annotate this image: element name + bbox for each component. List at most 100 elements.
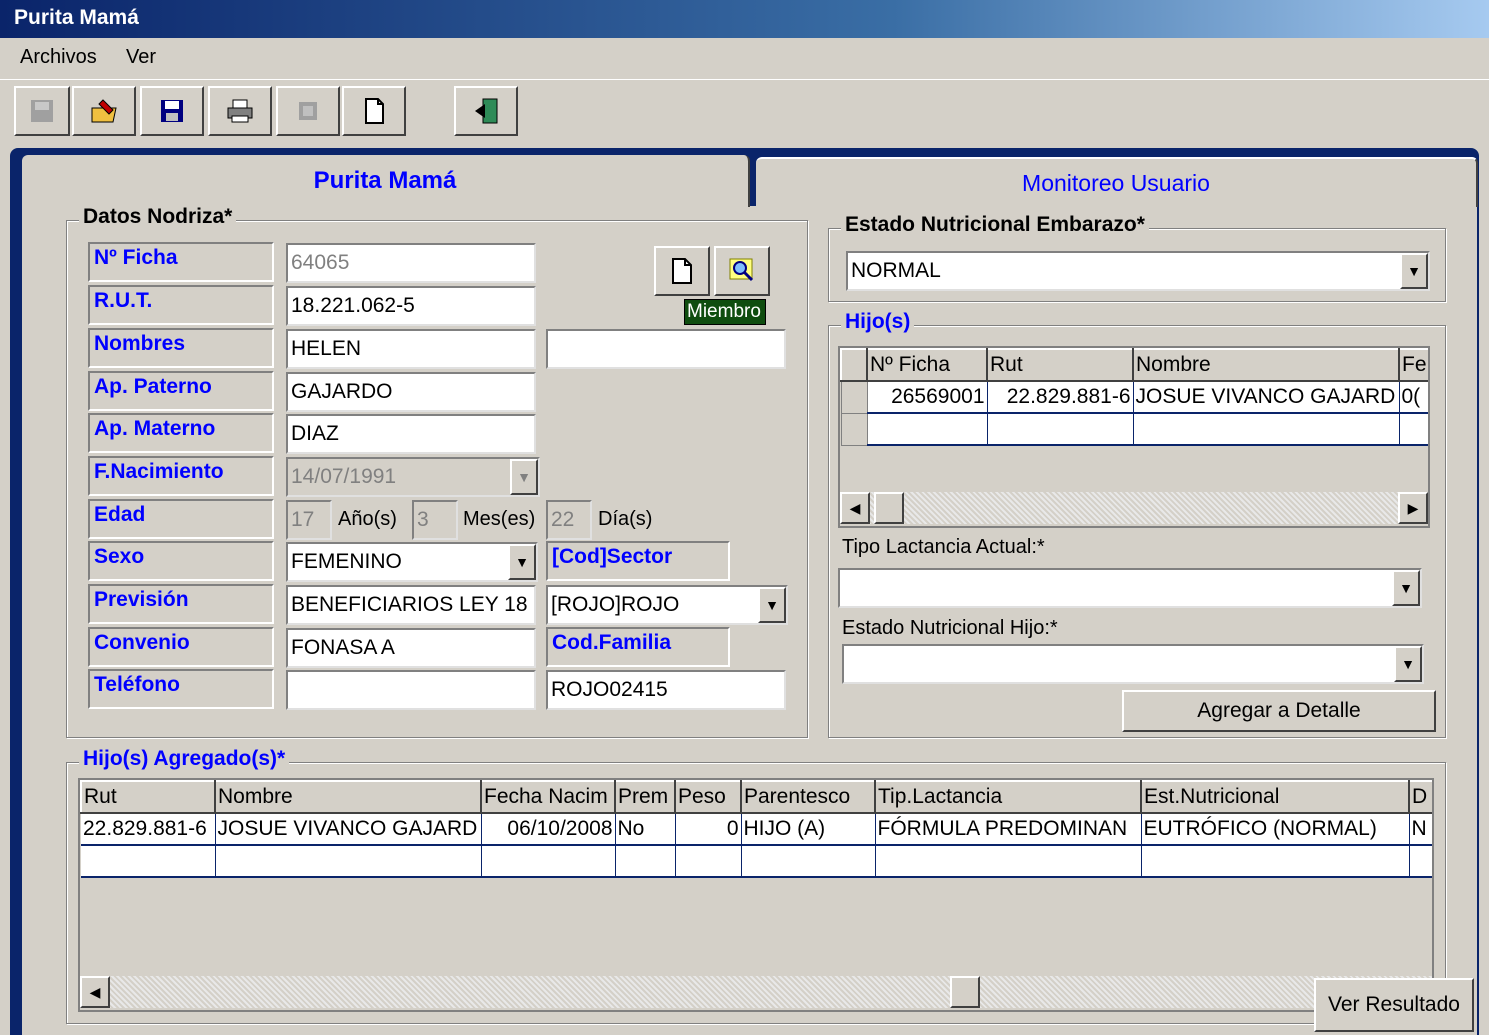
table-row[interactable]: 26569001 22.829.881-6 JOSUE VIVANCO GAJA… [840,380,1428,414]
hijos-col-fecha[interactable]: Fe [1398,348,1428,382]
sexo-value: FEMENINO [291,550,402,573]
chevron-down-icon[interactable]: ▼ [1392,570,1420,606]
tab-purita-mama[interactable]: Purita Mamá [22,155,750,207]
table-cell[interactable] [987,413,1134,446]
agregados-col-prem[interactable]: Prem [614,780,676,814]
chevron-down-icon[interactable]: ▼ [510,459,538,495]
row-selector[interactable] [840,380,868,414]
estado-embarazo-combo[interactable]: NORMAL ▼ [846,251,1430,291]
table-cell[interactable] [1409,845,1432,878]
table-row[interactable] [840,412,1428,446]
table-cell[interactable]: HIJO (A) [741,813,876,846]
ficha-field[interactable]: 64065 [286,243,536,283]
hijos-col-rut[interactable]: Rut [986,348,1134,382]
table-cell[interactable] [1141,845,1410,878]
agregados-col-nombre[interactable]: Nombre [214,780,482,814]
table-cell[interactable]: 0( [1399,381,1428,414]
table-cell[interactable] [675,845,742,878]
dias-label: Día(s) [598,508,653,530]
ver-resultado-button[interactable]: Ver Resultado [1314,978,1474,1032]
scroll-left-icon[interactable]: ◀ [80,976,110,1008]
table-cell[interactable] [81,845,216,878]
convenio-field[interactable]: FONASA A [286,628,536,668]
table-cell[interactable] [615,845,676,878]
paterno-field[interactable]: GAJARDO [286,372,536,412]
tab-monitoreo-usuario[interactable]: Monitoreo Usuario [756,157,1478,207]
table-cell[interactable]: FÓRMULA PREDOMINAN [875,813,1142,846]
table-cell[interactable]: JOSUE VIVANCO GAJARD [215,813,482,846]
chevron-down-icon[interactable]: ▼ [1400,253,1428,289]
rut-field[interactable]: 18.221.062-5 [286,286,536,326]
row-selector[interactable] [840,412,868,446]
familia-field[interactable]: ROJO02415 [546,670,786,710]
table-row[interactable] [81,845,1432,878]
table-cell[interactable] [875,845,1142,878]
table-cell[interactable]: 0 [675,813,742,846]
table-cell[interactable] [215,845,482,878]
agregados-col-d[interactable]: D [1408,780,1432,814]
chevron-down-icon[interactable]: ▼ [508,544,536,580]
agregados-col-parentesco[interactable]: Parentesco [740,780,876,814]
table-cell[interactable]: 26569001 [867,381,988,414]
telefono-field[interactable] [286,670,536,710]
nacimiento-combo[interactable]: 14/07/1991 ▼ [286,457,540,497]
hijos-grid[interactable]: Nº Ficha Rut Nombre Fe 26569001 22.829.8… [838,346,1430,528]
table-cell[interactable]: JOSUE VIVANCO GAJARD [1133,381,1400,414]
menu-archivos[interactable]: Archivos [20,46,97,69]
agregar-detalle-button[interactable]: Agregar a Detalle [1122,690,1436,732]
toolbar [0,80,1489,142]
table-cell[interactable] [481,845,616,878]
agregados-col-rut[interactable]: Rut [80,780,216,814]
print-icon [227,99,253,123]
scroll-left-icon[interactable]: ◀ [840,492,870,524]
menu-bar: Archivos Ver [0,38,1489,80]
new-document-button[interactable] [342,86,406,136]
agregados-col-peso[interactable]: Peso [674,780,742,814]
label-paterno: Ap. Paterno [88,371,274,411]
materno-field[interactable]: DIAZ [286,414,536,454]
save-button[interactable] [140,86,204,136]
table-cell[interactable] [867,413,988,446]
save-disabled-button[interactable] [14,86,70,136]
hijos-hscrollbar[interactable]: ◀ ▶ [840,492,1428,524]
agregados-hscrollbar[interactable]: ◀ [80,976,1432,1008]
chevron-down-icon[interactable]: ▼ [1394,646,1422,682]
table-cell[interactable]: N [1409,813,1432,846]
edit-folder-button[interactable] [72,86,136,136]
scroll-thumb[interactable] [874,492,904,524]
table-row[interactable]: 22.829.881-6 JOSUE VIVANCO GAJARD 06/10/… [81,813,1432,846]
table-cell[interactable]: 06/10/2008 [481,813,616,846]
datos-nodriza-title: Datos Nodriza* [79,205,237,229]
agregados-col-fecha[interactable]: Fecha Nacim [480,780,616,814]
delete-disabled-button[interactable] [276,86,340,136]
table-cell[interactable]: 22.829.881-6 [81,813,216,846]
agregados-col-nutricional[interactable]: Est.Nutricional [1140,780,1410,814]
search-member-button[interactable] [714,246,770,296]
scroll-right-icon[interactable]: ▶ [1398,492,1428,524]
agregados-grid[interactable]: Rut Nombre Fecha Nacim Prem Peso Parente… [78,778,1434,1012]
scroll-thumb[interactable] [950,976,980,1008]
table-cell[interactable] [1399,413,1428,446]
new-document-icon [672,258,692,284]
edad-dias-field: 22 [546,500,592,540]
new-member-button[interactable] [654,246,710,296]
hijos-col-nombre[interactable]: Nombre [1132,348,1400,382]
agregados-col-lactancia[interactable]: Tip.Lactancia [874,780,1142,814]
table-cell[interactable] [741,845,876,878]
print-button[interactable] [208,86,272,136]
tipo-lactancia-combo[interactable]: ▼ [838,568,1422,608]
hijos-col-ficha[interactable]: Nº Ficha [866,348,988,382]
table-cell[interactable]: EUTRÓFICO (NORMAL) [1141,813,1410,846]
nombres-field[interactable]: HELEN [286,329,536,369]
sexo-combo[interactable]: FEMENINO ▼ [286,542,538,582]
exit-button[interactable] [454,86,518,136]
table-cell[interactable] [1133,413,1400,446]
table-cell[interactable]: 22.829.881-6 [987,381,1134,414]
prevision-field[interactable]: BENEFICIARIOS LEY 18 [286,585,536,625]
nombres2-field[interactable] [546,329,786,369]
table-cell[interactable]: No [615,813,676,846]
chevron-down-icon[interactable]: ▼ [758,587,786,623]
sector-combo[interactable]: [ROJO]ROJO ▼ [546,585,788,625]
menu-ver[interactable]: Ver [126,46,156,69]
estado-hijo-combo[interactable]: ▼ [842,644,1424,684]
